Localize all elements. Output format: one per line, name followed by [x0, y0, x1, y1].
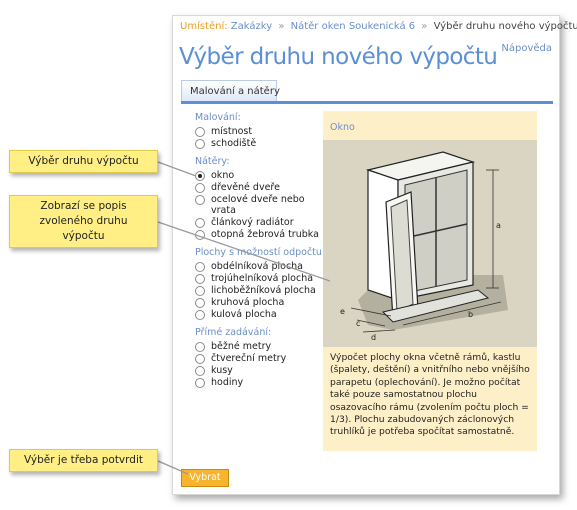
callout-confirm: Výběr je třeba potvrdit [9, 449, 158, 472]
callout-selection: Výběr druhu výpočtu [9, 150, 158, 173]
callout-arrow-selection [157, 161, 197, 177]
callout-arrow-description [157, 221, 331, 282]
callout-description: Zobrazí se popis zvoleného druhu výpočtu [9, 195, 158, 248]
callout-arrows [157, 161, 331, 475]
callout-arrow-confirm [157, 460, 189, 475]
